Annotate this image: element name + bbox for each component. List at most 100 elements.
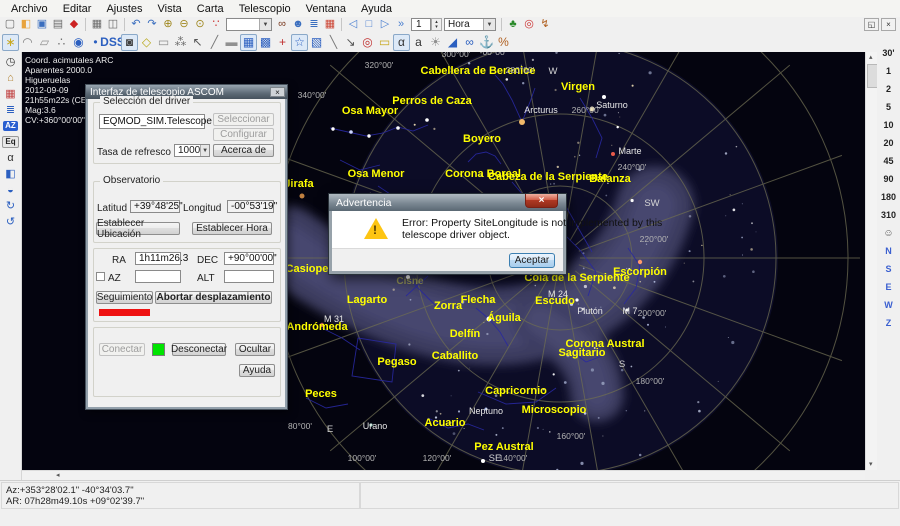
tracking-button[interactable]: Seguimiento — [96, 291, 153, 304]
catalog-icon[interactable]: ≣ — [2, 102, 20, 117]
time-step-input[interactable]: 1 — [411, 18, 431, 31]
fov-10[interactable]: 10 — [883, 116, 893, 134]
fov-45[interactable]: 45 — [883, 152, 893, 170]
date-icon[interactable]: ▦ — [2, 86, 20, 101]
ruler-icon[interactable]: ▭ — [376, 34, 393, 51]
search-icon[interactable]: ∞ — [274, 18, 290, 32]
time-unit-combo[interactable]: Hora▼ — [444, 18, 496, 31]
open-icon[interactable]: ◧ — [18, 18, 34, 32]
longitude-field[interactable]: -00°53'19" — [227, 200, 274, 213]
direction-z[interactable]: Z — [886, 314, 892, 332]
fov-20[interactable]: 20 — [883, 134, 893, 152]
redo-icon[interactable]: ↷ — [144, 18, 160, 32]
planet-icon[interactable]: ◉ — [70, 34, 87, 51]
tile-windows-icon[interactable]: ◫ — [105, 18, 121, 32]
driver-field[interactable]: EQMOD_SIM.Telescope — [99, 114, 205, 129]
refresh-rate-combo[interactable]: 1000 ▼ — [174, 144, 210, 157]
refresh-chart-icon[interactable]: ♣ — [505, 18, 521, 32]
fov-2[interactable]: 2 — [886, 80, 891, 98]
az-field[interactable] — [135, 270, 181, 283]
scroll-down-icon[interactable]: ▾ — [869, 460, 873, 469]
link-chain-icon[interactable]: ∞ — [461, 34, 478, 51]
field-line-icon[interactable]: ↘ — [342, 34, 359, 51]
fov-1[interactable]: 1 — [886, 62, 891, 80]
rotate-cw-icon[interactable]: ↻ — [2, 198, 20, 213]
alt-field[interactable] — [224, 270, 274, 283]
play-forward-icon[interactable]: » — [393, 18, 409, 32]
menu-archivo[interactable]: Archivo — [4, 2, 56, 16]
erase-all-icon[interactable]: ▬ — [223, 34, 240, 51]
new-chart-icon[interactable]: ▢ — [2, 18, 18, 32]
latitude-field[interactable]: +39°48'25" — [130, 200, 180, 213]
constellation-bound-icon[interactable]: ▧ — [308, 34, 325, 51]
draw-icon[interactable]: ╱ — [206, 34, 223, 51]
direction-w[interactable]: W — [884, 296, 893, 314]
menu-ajustes[interactable]: Ajustes — [99, 2, 150, 16]
chevron-down-icon[interactable]: ▼ — [200, 145, 209, 156]
pointer-icon[interactable]: ↖ — [189, 34, 206, 51]
fov-5[interactable]: 5 — [886, 98, 891, 116]
fov-310[interactable]: 310 — [881, 206, 896, 224]
horizontal-scrollbar[interactable]: ◂ — [22, 470, 865, 480]
star-magnitude-icon[interactable]: ◠ — [19, 34, 36, 51]
star-density-icon[interactable]: ∵ — [208, 18, 224, 32]
time-step-spinner[interactable]: ▴▾ — [431, 18, 442, 31]
help-button[interactable]: Ayuda — [239, 364, 275, 377]
dss-image-icon[interactable]: DSS — [104, 34, 121, 51]
disconnect-button[interactable]: Desconectar — [172, 343, 226, 356]
site-icon[interactable]: ⌂ — [2, 70, 20, 85]
restore-window-button[interactable]: ◱ — [864, 18, 879, 31]
observatory-marker-icon[interactable]: ◆ — [66, 18, 82, 32]
save-icon[interactable]: ▣ — [34, 18, 50, 32]
compass-icon[interactable]: + — [274, 34, 291, 51]
direction-e[interactable]: E — [885, 278, 891, 296]
configure-driver-button[interactable]: Configurar — [213, 128, 274, 141]
az-mode-icon[interactable]: AZ — [2, 118, 20, 133]
double-star-icon[interactable]: ∴ — [53, 34, 70, 51]
direction-n[interactable]: N — [885, 242, 892, 260]
time-icon[interactable]: ◷ — [2, 54, 20, 69]
star-render-icon[interactable]: ∗ — [2, 34, 19, 51]
fov-180[interactable]: 180 — [881, 188, 896, 206]
asterism-icon[interactable]: ⁂ — [172, 34, 189, 51]
ascom-close-button[interactable]: × — [270, 87, 285, 97]
ra-field[interactable]: 1h11m26.3 — [135, 252, 181, 265]
labels-icon[interactable]: α — [393, 34, 410, 51]
zoom-default-icon[interactable]: ⊙ — [192, 18, 208, 32]
set-time-button[interactable]: Establecer Hora — [192, 222, 272, 235]
undo-icon[interactable]: ↶ — [128, 18, 144, 32]
direction-s[interactable]: S — [885, 260, 891, 278]
fov-30[interactable]: 30' — [882, 44, 894, 62]
set-location-button[interactable]: Establecer Ubicación — [96, 222, 180, 235]
nebula-outline-icon[interactable]: ▱ — [36, 34, 53, 51]
vertical-scrollbar[interactable]: ▴ ▾ — [865, 52, 877, 470]
mirror-icon[interactable]: ╲ — [325, 34, 342, 51]
alpha-labels-icon[interactable]: α — [2, 150, 20, 165]
menu-vista[interactable]: Vista — [151, 2, 190, 16]
about-driver-button[interactable]: Acerca de — [213, 144, 274, 157]
flip-vertical-icon[interactable]: ◒ — [2, 182, 20, 197]
print-icon[interactable]: ▤ — [50, 18, 66, 32]
scroll-left-icon[interactable]: ◂ — [56, 471, 60, 480]
hide-button[interactable]: Ocultar — [235, 343, 275, 356]
zoom-in-icon[interactable]: ⊕ — [160, 18, 176, 32]
zoom-out-icon[interactable]: ⊖ — [176, 18, 192, 32]
step-forward-icon[interactable]: ▷ — [377, 18, 393, 32]
eraser-icon[interactable]: ▭ — [155, 34, 172, 51]
dec-field[interactable]: +90°00'00" — [224, 252, 274, 265]
camera-icon[interactable]: ◙ — [121, 34, 138, 51]
close-window-button[interactable]: × — [881, 18, 896, 31]
glare-icon[interactable]: ☀ — [427, 34, 444, 51]
full-sky-icon[interactable]: ☺ — [883, 224, 893, 242]
flip-horizontal-icon[interactable]: ◧ — [2, 166, 20, 181]
az-checkbox[interactable] — [96, 272, 105, 281]
object-search-combo[interactable]: ▼ — [226, 18, 272, 31]
finder-circles-icon[interactable]: ◎ — [359, 34, 376, 51]
select-driver-button[interactable]: Seleccionar — [213, 113, 274, 126]
menu-ayuda[interactable]: Ayuda — [354, 2, 400, 16]
telescope-slew-icon[interactable]: ↯ — [537, 18, 553, 32]
label-pointer-icon[interactable]: a — [410, 34, 427, 51]
scroll-up-icon[interactable]: ▴ — [869, 53, 873, 62]
eq-mode-icon[interactable]: Eq — [2, 134, 20, 149]
identify-icon[interactable]: ☻ — [290, 18, 306, 32]
